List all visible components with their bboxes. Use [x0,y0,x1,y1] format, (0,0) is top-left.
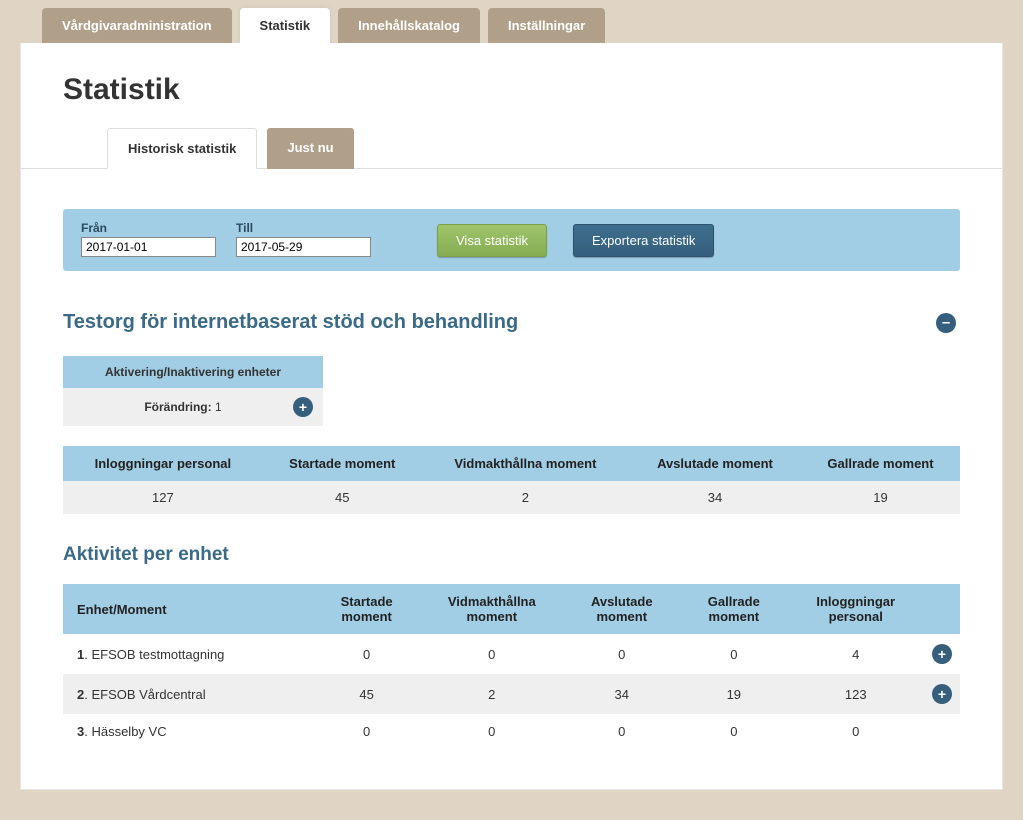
content-panel: Statistik Historisk statistik Just nu Fr… [20,43,1003,790]
unit-name: 1. EFSOB testmottagning [63,634,313,674]
expand-icon[interactable] [293,397,313,417]
activation-header: Aktivering/Inaktivering enheter [63,356,323,388]
unit-culled: 0 [680,634,787,674]
unit-finished: 0 [563,634,680,674]
val-started: 45 [263,481,422,514]
export-statistics-button[interactable]: Exportera statistik [573,224,714,257]
top-tabs: Vårdgivaradministration Statistik Innehå… [20,0,1003,43]
page-title: Statistik [63,73,960,107]
col-maintained: Vidmakthållna moment [422,446,629,481]
unit-col-name: Enhet/Moment [63,584,313,634]
summary-table: Inloggningar personal Startade moment Vi… [63,446,960,514]
collapse-icon[interactable] [936,313,956,333]
row-index: 1 [77,647,84,662]
unit-col-finished: Avslutade moment [563,584,680,634]
table-row: 3. Hässelby VC00000 [63,714,960,749]
row-index: 3 [77,724,84,739]
unit-logins: 123 [787,674,924,714]
unit-expand-cell [924,674,960,714]
unit-name: 2. EFSOB Vårdcentral [63,674,313,714]
col-started: Startade moment [263,446,422,481]
unit-logins: 4 [787,634,924,674]
unit-col-culled: Gallrade moment [680,584,787,634]
from-label: Från [81,221,216,235]
to-field: Till [236,221,371,257]
org-section-header: Testorg för internetbaserat stöd och beh… [63,311,960,334]
unit-finished: 0 [563,714,680,749]
table-row: 2. EFSOB Vårdcentral4523419123 [63,674,960,714]
unit-expand-cell [924,634,960,674]
from-field: Från [81,221,216,257]
summary-row: 127 45 2 34 19 [63,481,960,514]
col-logins: Inloggningar personal [63,446,263,481]
activation-change-value: 1 [215,400,222,414]
unit-expand-cell [924,714,960,749]
to-label: Till [236,221,371,235]
unit-culled: 0 [680,714,787,749]
show-statistics-button[interactable]: Visa statistik [437,224,547,257]
filter-bar: Från Till Visa statistik Exportera stati… [63,209,960,271]
val-finished: 34 [629,481,801,514]
unit-maintained: 0 [420,634,563,674]
unit-col-maintained: Vidmakthållna moment [420,584,563,634]
activity-title: Aktivitet per enhet [63,544,960,566]
unit-col-started: Startade moment [313,584,420,634]
unit-started: 0 [313,714,420,749]
activation-change-label: Förändring: [144,400,211,414]
tab-installningar[interactable]: Inställningar [488,8,605,43]
activation-box: Aktivering/Inaktivering enheter Förändri… [63,356,323,426]
expand-icon[interactable] [932,644,952,664]
tab-just-nu[interactable]: Just nu [267,128,353,169]
tab-vardgivaradministration[interactable]: Vårdgivaradministration [42,8,232,43]
expand-icon[interactable] [932,684,952,704]
row-index: 2 [77,687,84,702]
org-title: Testorg för internetbaserat stöd och beh… [63,311,518,334]
unit-maintained: 0 [420,714,563,749]
sub-tabs: Historisk statistik Just nu [107,128,960,169]
unit-maintained: 2 [420,674,563,714]
to-input[interactable] [236,237,371,257]
col-culled: Gallrade moment [801,446,960,481]
activation-change: Förändring: 1 [73,400,293,414]
unit-culled: 19 [680,674,787,714]
table-row: 1. EFSOB testmottagning00004 [63,634,960,674]
val-maintained: 2 [422,481,629,514]
tab-statistik[interactable]: Statistik [240,8,331,43]
unit-name: 3. Hässelby VC [63,714,313,749]
tab-innehallskatalog[interactable]: Innehållskatalog [338,8,480,43]
unit-started: 0 [313,634,420,674]
unit-started: 45 [313,674,420,714]
from-input[interactable] [81,237,216,257]
col-finished: Avslutade moment [629,446,801,481]
unit-table: Enhet/Moment Startade moment Vidmakthåll… [63,584,960,749]
tab-historisk-statistik[interactable]: Historisk statistik [107,128,257,169]
unit-col-logins: Inloggningar personal [787,584,924,634]
unit-logins: 0 [787,714,924,749]
unit-finished: 34 [563,674,680,714]
val-culled: 19 [801,481,960,514]
val-logins: 127 [63,481,263,514]
